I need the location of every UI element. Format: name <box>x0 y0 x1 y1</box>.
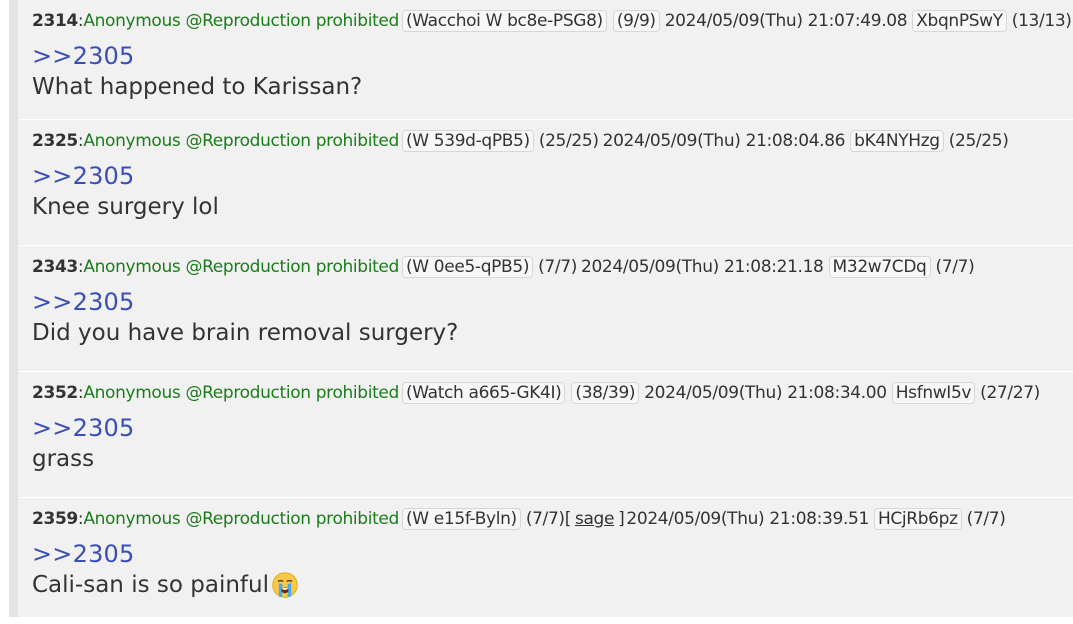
poster-name: Anonymous @Reproduction prohibited <box>83 257 399 277</box>
post-count[interactable]: (38/39) <box>571 382 640 404</box>
poster-id-tag[interactable]: (Wacchoi W bc8e-PSG8) <box>401 10 607 32</box>
post-number[interactable]: 2314 <box>32 9 78 33</box>
post-datetime: 2024/05/09(Thu) 21:08:39.51 <box>626 509 869 529</box>
loudly-crying-face-emoji <box>272 572 298 598</box>
sage-open-bracket: [ <box>564 509 572 529</box>
left-rail <box>9 0 18 617</box>
post-header: 2314: Anonymous @Reproduction prohibited … <box>32 9 1073 33</box>
post-count[interactable]: (9/9) <box>612 10 660 32</box>
post-body-text: Did you have brain removal surgery? <box>32 320 459 346</box>
reply-link[interactable]: >>2305 <box>32 539 135 569</box>
reply-link[interactable]: >>2305 <box>32 287 135 317</box>
post: 2314: Anonymous @Reproduction prohibited … <box>18 0 1073 120</box>
post-datetime: 2024/05/09(Thu) 21:08:34.00 <box>644 383 887 403</box>
post: 2359: Anonymous @Reproduction prohibited … <box>18 498 1073 624</box>
user-post-count: (13/13) <box>1011 11 1072 31</box>
post-datetime: 2024/05/09(Thu) 21:07:49.08 <box>664 11 908 31</box>
poster-name: Anonymous @Reproduction prohibited <box>83 131 399 151</box>
poster-name: Anonymous @Reproduction prohibited <box>83 383 399 403</box>
post-body: What happened to Karissan? <box>32 72 362 102</box>
post-body-text: Knee surgery lol <box>32 194 219 220</box>
user-post-count: (25/25) <box>948 131 1009 151</box>
post-header: 2325: Anonymous @Reproduction prohibited … <box>32 129 1011 153</box>
post-count: (25/25) <box>538 131 599 151</box>
post-number[interactable]: 2343 <box>32 255 78 279</box>
reply-link[interactable]: >>2305 <box>32 41 135 71</box>
post-body-text: Cali-san is so painful <box>32 572 269 598</box>
post: 2343: Anonymous @Reproduction prohibited … <box>18 246 1073 372</box>
post: 2352: Anonymous @Reproduction prohibited … <box>18 372 1073 498</box>
post-body: Knee surgery lol <box>32 192 219 222</box>
post-datetime: 2024/05/09(Thu) 21:08:04.86 <box>602 131 846 151</box>
post-header: 2359: Anonymous @Reproduction prohibited … <box>32 507 1008 531</box>
poster-id-tag[interactable]: (W 0ee5-qPB5) <box>401 256 534 278</box>
poster-id-tag[interactable]: (Watch a665-GK4I) <box>401 382 566 404</box>
post-number[interactable]: 2325 <box>32 129 78 153</box>
post-number[interactable]: 2352 <box>32 381 78 405</box>
user-id[interactable]: HsfnwI5v <box>891 382 976 404</box>
poster-name: Anonymous @Reproduction prohibited <box>83 509 399 529</box>
post-count: (7/7) <box>538 257 577 277</box>
post-body: Cali-san is so painful <box>32 570 299 600</box>
reply-link[interactable]: >>2305 <box>32 413 135 443</box>
post-count: (7/7) <box>525 509 565 529</box>
post-body-text: What happened to Karissan? <box>32 74 363 100</box>
post-body-text: grass <box>32 446 95 472</box>
reply-link[interactable]: >>2305 <box>32 161 135 191</box>
post-number[interactable]: 2359 <box>32 507 78 531</box>
user-id[interactable]: M32w7CDq <box>828 256 931 278</box>
post-datetime: 2024/05/09(Thu) 21:08:21.18 <box>581 257 824 277</box>
user-id[interactable]: XbqnPSwY <box>912 10 1007 32</box>
user-post-count: (27/27) <box>980 383 1040 403</box>
poster-id-tag[interactable]: (W 539d-qPB5) <box>401 130 534 152</box>
post: 2325: Anonymous @Reproduction prohibited … <box>18 120 1073 246</box>
user-id[interactable]: bK4NYHzg <box>850 130 944 152</box>
user-post-count: (7/7) <box>935 257 975 277</box>
post-header: 2352: Anonymous @Reproduction prohibited … <box>32 381 1042 405</box>
user-post-count: (7/7) <box>966 509 1006 529</box>
thread: 2314: Anonymous @Reproduction prohibited … <box>18 0 1073 624</box>
post-body: grass <box>32 444 94 474</box>
left-margin <box>0 0 9 617</box>
sage-close-bracket: ] <box>618 509 625 529</box>
user-id[interactable]: HCjRb6pz <box>873 508 962 530</box>
post-header: 2343: Anonymous @Reproduction prohibited … <box>32 255 976 279</box>
sage-link[interactable]: sage <box>575 507 614 531</box>
poster-id-tag[interactable]: (W e15f-Byln) <box>401 508 521 530</box>
post-body: Did you have brain removal surgery? <box>32 318 458 348</box>
poster-name: Anonymous @Reproduction prohibited <box>83 11 399 31</box>
